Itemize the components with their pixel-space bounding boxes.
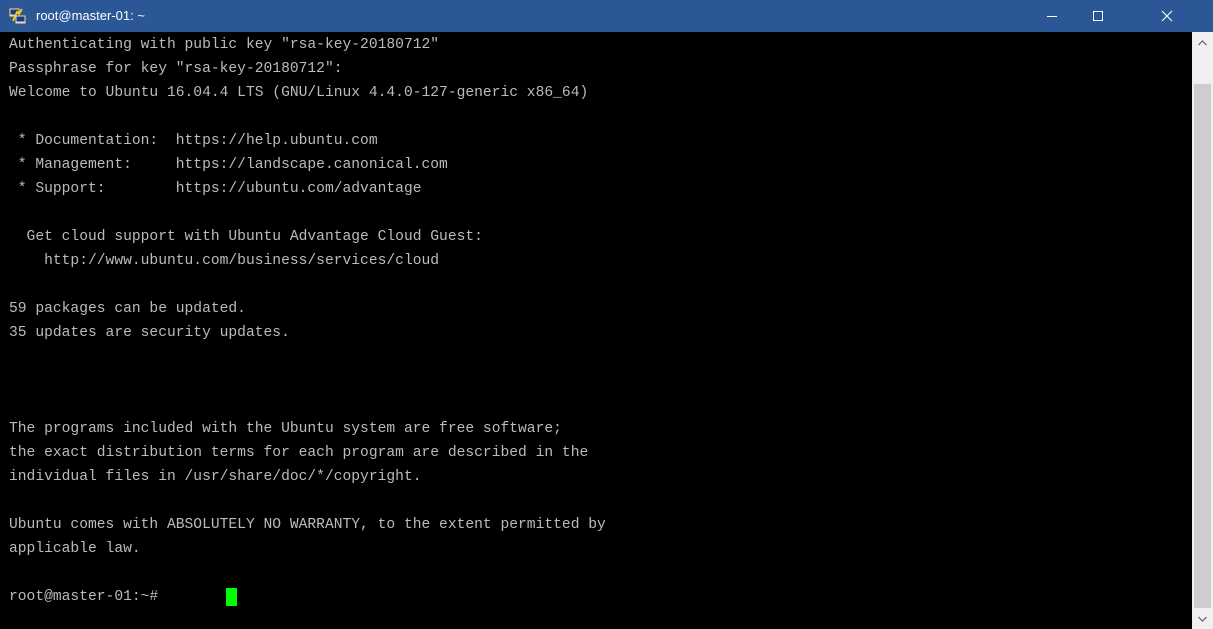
- terminal-line: the exact distribution terms for each pr…: [9, 444, 589, 461]
- terminal-line: 59 packages can be updated.: [9, 300, 246, 317]
- text-cursor: [226, 588, 237, 606]
- terminal-line: * Management: https://landscape.canonica…: [9, 156, 448, 173]
- maximize-icon: [1093, 11, 1103, 21]
- scroll-down-button[interactable]: [1192, 608, 1213, 629]
- putty-icon: [8, 7, 27, 25]
- terminal-line: 35 updates are security updates.: [9, 324, 290, 341]
- chevron-up-icon: [1198, 39, 1207, 45]
- maximize-button[interactable]: [1075, 0, 1121, 32]
- terminal-line: * Documentation: https://help.ubuntu.com: [9, 132, 378, 149]
- terminal-line: Ubuntu comes with ABSOLUTELY NO WARRANTY…: [9, 516, 606, 533]
- close-button[interactable]: [1121, 0, 1213, 32]
- terminal-line: Passphrase for key "rsa-key-20180712":: [9, 60, 343, 77]
- terminal-output[interactable]: Authenticating with public key "rsa-key-…: [0, 32, 1192, 629]
- terminal-line: individual files in /usr/share/doc/*/cop…: [9, 468, 422, 485]
- minimize-icon: [1047, 16, 1057, 17]
- putty-window: root@master-01: ~ Authenticating with pu…: [0, 0, 1213, 629]
- terminal-line: applicable law.: [9, 540, 141, 557]
- title-bar[interactable]: root@master-01: ~: [0, 0, 1213, 32]
- chevron-down-icon: [1198, 616, 1207, 622]
- scroll-thumb[interactable]: [1194, 84, 1211, 608]
- terminal-line: Get cloud support with Ubuntu Advantage …: [9, 228, 483, 245]
- scroll-up-button[interactable]: [1192, 32, 1213, 53]
- terminal-line: Authenticating with public key "rsa-key-…: [9, 36, 440, 53]
- close-icon: [1161, 10, 1173, 22]
- minimize-button[interactable]: [1029, 0, 1075, 32]
- terminal-line: * Support: https://ubuntu.com/advantage: [9, 180, 422, 197]
- terminal-line: Welcome to Ubuntu 16.04.4 LTS (GNU/Linux…: [9, 84, 589, 101]
- terminal-line: http://www.ubuntu.com/business/services/…: [9, 252, 440, 269]
- terminal-line: The programs included with the Ubuntu sy…: [9, 420, 562, 437]
- window-title: root@master-01: ~: [36, 8, 145, 23]
- shell-prompt: root@master-01:~#: [9, 588, 167, 605]
- vertical-scrollbar[interactable]: [1192, 32, 1213, 629]
